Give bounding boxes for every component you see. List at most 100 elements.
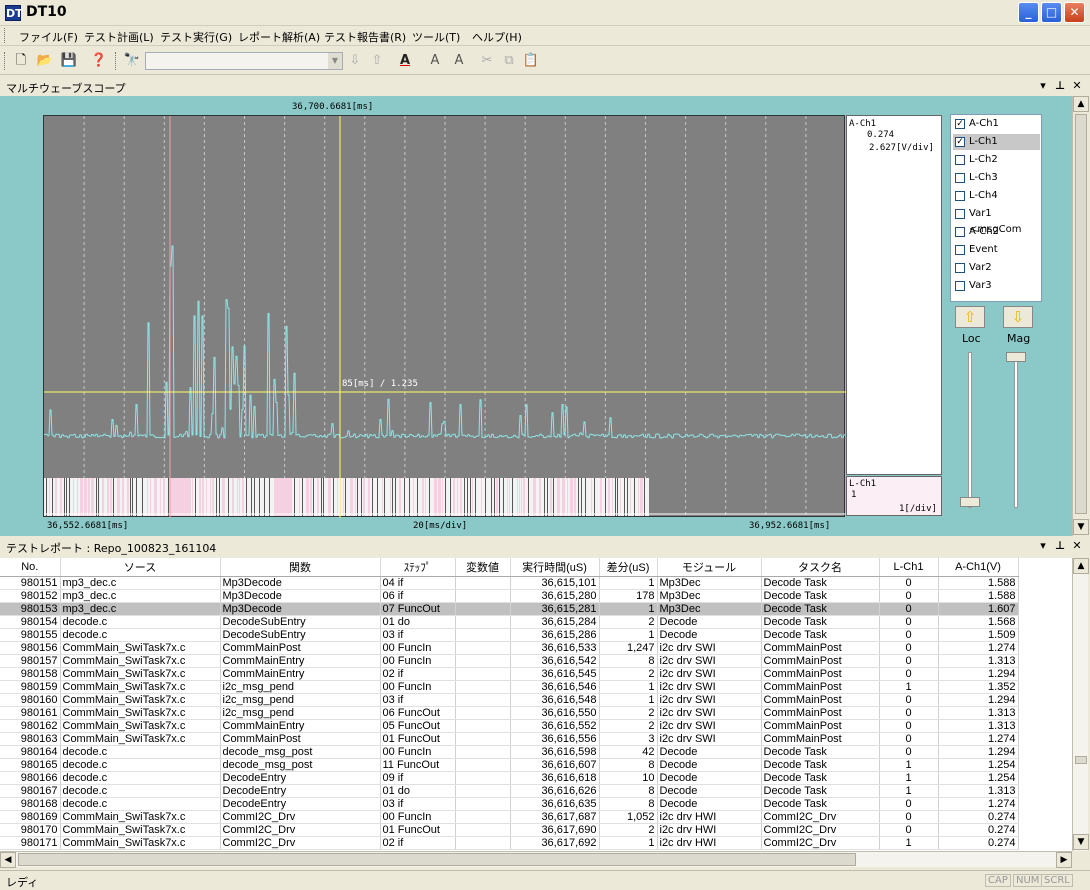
checkbox-event[interactable] — [955, 245, 965, 255]
paste-icon[interactable]: 📋 — [522, 52, 540, 70]
table-row[interactable]: 980161 CommMain_SwiTask7x.c i2c_msg_pend 06… — [0, 706, 1019, 720]
scroll-thumb[interactable] — [1075, 756, 1087, 764]
checkbox-l-ch4[interactable] — [955, 191, 965, 201]
checkbox-var3[interactable] — [955, 281, 965, 291]
table-row[interactable]: 980152 mp3_dec.c Mp3Decode 06 if 36,615,280 1… — [0, 589, 1019, 603]
table-row[interactable]: 980171 CommMain_SwiTask7x.c CommI2C_Drv 02 … — [0, 836, 1019, 850]
move-down-button[interactable]: ⇩ — [1003, 306, 1033, 328]
checkbox-l-ch2[interactable] — [955, 155, 965, 165]
table-row[interactable]: 980168 decode.c DecodeEntry 03 if 36,616,635… — [0, 797, 1019, 811]
toolbar-grip[interactable] — [4, 52, 7, 70]
column-header[interactable]: ｽﾃｯﾌﾟ — [380, 558, 456, 577]
menubar-grip[interactable] — [4, 28, 7, 43]
open-folder-icon[interactable]: 📂 — [36, 52, 54, 70]
column-header[interactable]: タスク名 — [761, 558, 880, 577]
channel-var3[interactable]: Var3 — [953, 278, 1040, 294]
scroll-left-icon[interactable]: ◀ — [0, 852, 16, 868]
checkbox-var2[interactable] — [955, 263, 965, 273]
mag-slider[interactable] — [1014, 352, 1018, 508]
table-row[interactable]: 980157 CommMain_SwiTask7x.c CommMainEntry 0… — [0, 654, 1019, 668]
menu-report-analysis[interactable]: レポート解析(A) — [238, 29, 320, 45]
column-header[interactable]: モジュール — [657, 558, 762, 577]
table-row[interactable]: 980158 CommMain_SwiTask7x.c CommMainEntry 0… — [0, 667, 1019, 681]
table-row[interactable]: 980167 decode.c DecodeEntry 01 do 36,616,626… — [0, 784, 1019, 798]
table-row[interactable]: 980170 CommMain_SwiTask7x.c CommI2C_Drv 01 … — [0, 823, 1019, 837]
column-header[interactable]: No. — [0, 558, 61, 577]
table-horizontal-scrollbar[interactable]: ◀ ▶ — [0, 851, 1072, 868]
channel-event[interactable]: Event — [953, 242, 1040, 258]
table-row[interactable]: 980169 CommMain_SwiTask7x.c CommI2C_Drv 00 … — [0, 810, 1019, 824]
channel-a-ch2[interactable]: A-Ch2 — [953, 224, 1040, 240]
checkbox-a-ch2[interactable] — [955, 227, 965, 237]
menu-test-plan[interactable]: テスト計画(L) — [84, 29, 154, 45]
channel-l-ch2[interactable]: L-Ch2 — [953, 152, 1040, 168]
table-row[interactable]: 980153 mp3_dec.c Mp3Decode 07 FuncOut 36,615… — [0, 602, 1019, 616]
table-row[interactable]: 980154 decode.c DecodeSubEntry 01 do 36,615,… — [0, 615, 1019, 629]
channel-var2[interactable]: Var2 — [953, 260, 1040, 276]
minimize-button[interactable]: _ — [1018, 2, 1039, 23]
checkbox-a-ch1[interactable]: ✓ — [955, 119, 965, 129]
arrow-down-icon[interactable]: ⇩ — [346, 52, 364, 70]
font-increase-icon[interactable]: A — [426, 52, 444, 70]
column-header[interactable]: ソース — [60, 558, 221, 577]
checkbox-var1[interactable] — [955, 209, 965, 219]
channel-var1[interactable]: Var1 <msgCom — [953, 206, 1040, 235]
checkbox-l-ch1[interactable]: ✓ — [955, 137, 965, 147]
loc-slider-thumb[interactable] — [960, 497, 980, 507]
find-icon[interactable]: 🔭 — [123, 52, 141, 70]
menu-tools[interactable]: ツール(T) — [412, 29, 460, 45]
search-combo[interactable]: ▼ — [145, 52, 343, 70]
table-row[interactable]: 980151 mp3_dec.c Mp3Decode 04 if 36,615,101 1… — [0, 576, 1019, 590]
table-vertical-scrollbar[interactable]: ▲ ▼ — [1072, 558, 1089, 851]
scroll-up-icon[interactable]: ▲ — [1073, 558, 1089, 574]
panel-menu-icon[interactable]: ▾ — [1036, 539, 1050, 552]
new-file-icon[interactable]: 🗋 — [12, 52, 30, 70]
menu-test-report[interactable]: テスト報告書(R) — [324, 29, 406, 45]
save-icon[interactable]: 💾 — [60, 52, 78, 70]
table-row[interactable]: 980155 decode.c DecodeSubEntry 03 if 36,615,… — [0, 628, 1019, 642]
table-row[interactable]: 980163 CommMain_SwiTask7x.c CommMainPost 01… — [0, 732, 1019, 746]
arrow-up-icon[interactable]: ⇧ — [368, 52, 386, 70]
scroll-up-icon[interactable]: ▲ — [1073, 96, 1089, 112]
scroll-thumb[interactable] — [1075, 114, 1087, 514]
table-row[interactable]: 980162 CommMain_SwiTask7x.c CommMainEntry 0… — [0, 719, 1019, 733]
panel-close-icon[interactable]: ✕ — [1070, 539, 1084, 552]
chevron-down-icon[interactable]: ▼ — [328, 53, 342, 69]
table-row[interactable]: 980156 CommMain_SwiTask7x.c CommMainPost 00… — [0, 641, 1019, 655]
menu-test-run[interactable]: テスト実行(G) — [160, 29, 232, 45]
channel-l-ch1[interactable]: ✓ L-Ch1 — [953, 134, 1040, 150]
font-color-icon[interactable]: A — [396, 52, 414, 70]
scroll-right-icon[interactable]: ▶ — [1056, 852, 1072, 868]
pin-icon[interactable]: ⊥ — [1053, 79, 1067, 92]
column-header[interactable]: A-Ch1(V) — [938, 558, 1019, 577]
loc-slider[interactable] — [968, 352, 972, 508]
mag-slider-thumb[interactable] — [1006, 352, 1026, 362]
waveform-plot[interactable]: 85[ms] / 1.235 — [43, 115, 846, 518]
panel-close-icon[interactable]: ✕ — [1070, 79, 1084, 92]
menu-help[interactable]: ヘルプ(H) — [472, 29, 522, 45]
column-header[interactable]: 実行時間(uS) — [510, 558, 600, 577]
column-header[interactable]: 変数値 — [455, 558, 511, 577]
scope-vertical-scrollbar[interactable]: ▲ ▼ — [1072, 96, 1089, 536]
close-button[interactable]: ✕ — [1064, 2, 1085, 23]
cut-icon[interactable]: ✂ — [478, 52, 496, 70]
menu-file[interactable]: ファイル(F) — [19, 29, 78, 45]
table-row[interactable]: 980159 CommMain_SwiTask7x.c i2c_msg_pend 00… — [0, 680, 1019, 694]
channel-a-ch1[interactable]: ✓ A-Ch1 — [953, 116, 1040, 132]
font-decrease-icon[interactable]: A — [450, 52, 468, 70]
table-row[interactable]: 980164 decode.c decode_msg_post 00 FuncIn 36… — [0, 745, 1019, 759]
checkbox-l-ch3[interactable] — [955, 173, 965, 183]
toolbar-grip-2[interactable] — [115, 52, 118, 70]
table-row[interactable]: 980166 decode.c DecodeEntry 09 if 36,616,618… — [0, 771, 1019, 785]
channel-l-ch4[interactable]: L-Ch4 — [953, 188, 1040, 204]
pin-icon[interactable]: ⊥ — [1053, 539, 1067, 552]
copy-icon[interactable]: ⧉ — [500, 52, 518, 70]
table-row[interactable]: 980165 decode.c decode_msg_post 11 FuncOut 3… — [0, 758, 1019, 772]
column-header[interactable]: 関数 — [220, 558, 381, 577]
scroll-down-icon[interactable]: ▼ — [1073, 834, 1089, 850]
panel-menu-icon[interactable]: ▾ — [1036, 79, 1050, 92]
help-icon[interactable]: ❓ — [90, 52, 108, 70]
table-row[interactable]: 980160 CommMain_SwiTask7x.c i2c_msg_pend 03… — [0, 693, 1019, 707]
channel-l-ch3[interactable]: L-Ch3 — [953, 170, 1040, 186]
move-up-button[interactable]: ⇧ — [955, 306, 985, 328]
